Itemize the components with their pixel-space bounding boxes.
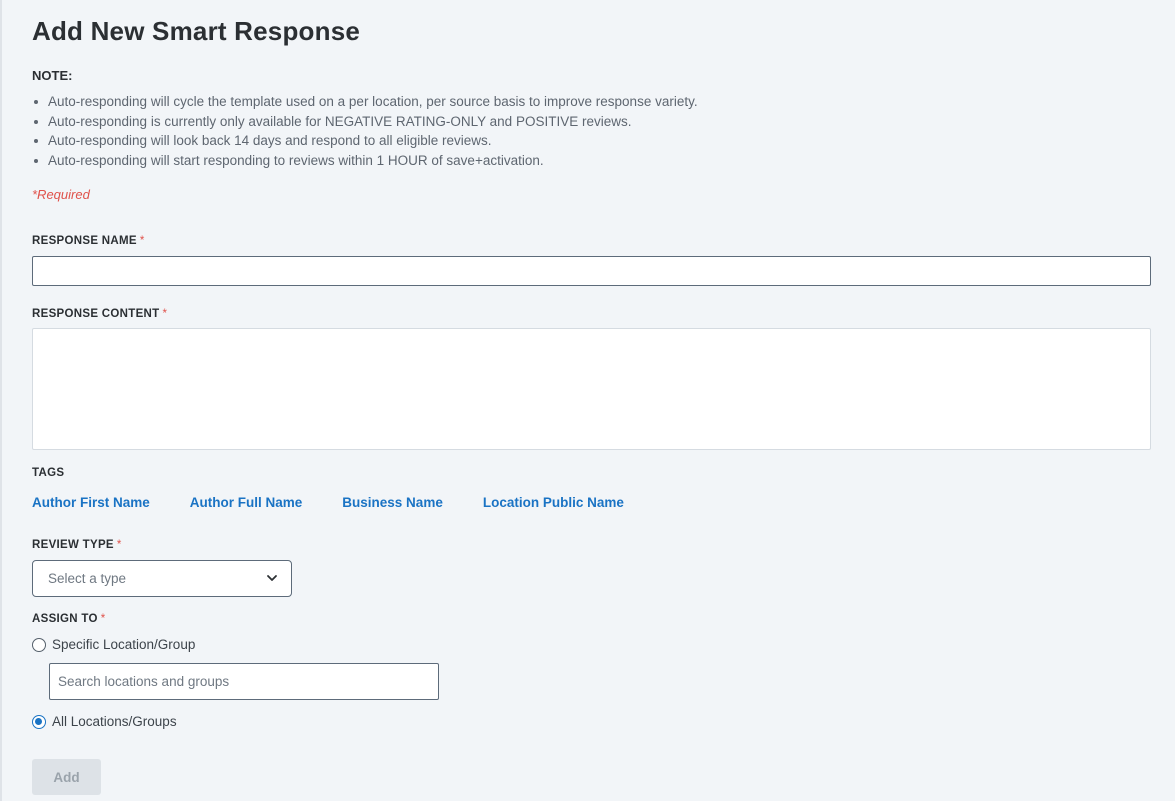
all-locations-label: All Locations/Groups bbox=[52, 714, 177, 729]
note-item: Auto-responding will look back 14 days a… bbox=[32, 131, 698, 151]
tag-author-full-name[interactable]: Author Full Name bbox=[190, 495, 303, 510]
required-star: * bbox=[116, 539, 122, 551]
assign-to-label-text: ASSIGN TO bbox=[32, 613, 98, 625]
required-star: * bbox=[139, 235, 145, 247]
specific-location-option[interactable]: Specific Location/Group bbox=[32, 637, 195, 652]
required-star: * bbox=[162, 308, 168, 320]
required-star: * bbox=[100, 613, 106, 625]
left-border bbox=[0, 0, 2, 801]
note-list: Auto-responding will cycle the template … bbox=[32, 92, 698, 170]
review-type-placeholder: Select a type bbox=[48, 571, 127, 586]
specific-location-radio[interactable] bbox=[32, 637, 46, 652]
response-name-input[interactable] bbox=[32, 256, 1151, 286]
assign-to-label: ASSIGN TO * bbox=[32, 613, 106, 625]
all-locations-radio[interactable] bbox=[32, 714, 46, 729]
note-item: Auto-responding will start responding to… bbox=[32, 151, 698, 171]
specific-location-label: Specific Location/Group bbox=[52, 637, 196, 652]
required-note: *Required bbox=[32, 187, 90, 202]
response-name-label-text: RESPONSE NAME bbox=[32, 235, 137, 247]
note-item: Auto-responding is currently only availa… bbox=[32, 112, 698, 132]
review-type-label: REVIEW TYPE * bbox=[32, 539, 122, 551]
response-name-label: RESPONSE NAME * bbox=[32, 235, 145, 247]
review-type-label-text: REVIEW TYPE bbox=[32, 539, 114, 551]
page-title: Add New Smart Response bbox=[32, 16, 361, 46]
tag-business-name[interactable]: Business Name bbox=[342, 495, 443, 510]
review-type-select[interactable]: Select a type bbox=[32, 560, 292, 597]
tag-links: Author First Name Author Full Name Busin… bbox=[32, 495, 624, 510]
note-label: NOTE: bbox=[32, 68, 73, 83]
add-button[interactable]: Add bbox=[32, 759, 101, 795]
response-content-label: RESPONSE CONTENT * bbox=[32, 308, 167, 320]
response-content-label-text: RESPONSE CONTENT bbox=[32, 308, 160, 320]
chevron-down-icon bbox=[267, 575, 277, 581]
location-search-placeholder: Search locations and groups bbox=[58, 674, 230, 689]
note-item: Auto-responding will cycle the template … bbox=[32, 92, 698, 112]
location-search-input[interactable]: Search locations and groups bbox=[49, 663, 439, 700]
tag-author-first-name[interactable]: Author First Name bbox=[32, 495, 150, 510]
tag-location-public-name[interactable]: Location Public Name bbox=[483, 495, 624, 510]
all-locations-option[interactable]: All Locations/Groups bbox=[32, 714, 177, 729]
response-content-textarea[interactable] bbox=[32, 328, 1151, 450]
tags-label: TAGS bbox=[32, 467, 65, 479]
